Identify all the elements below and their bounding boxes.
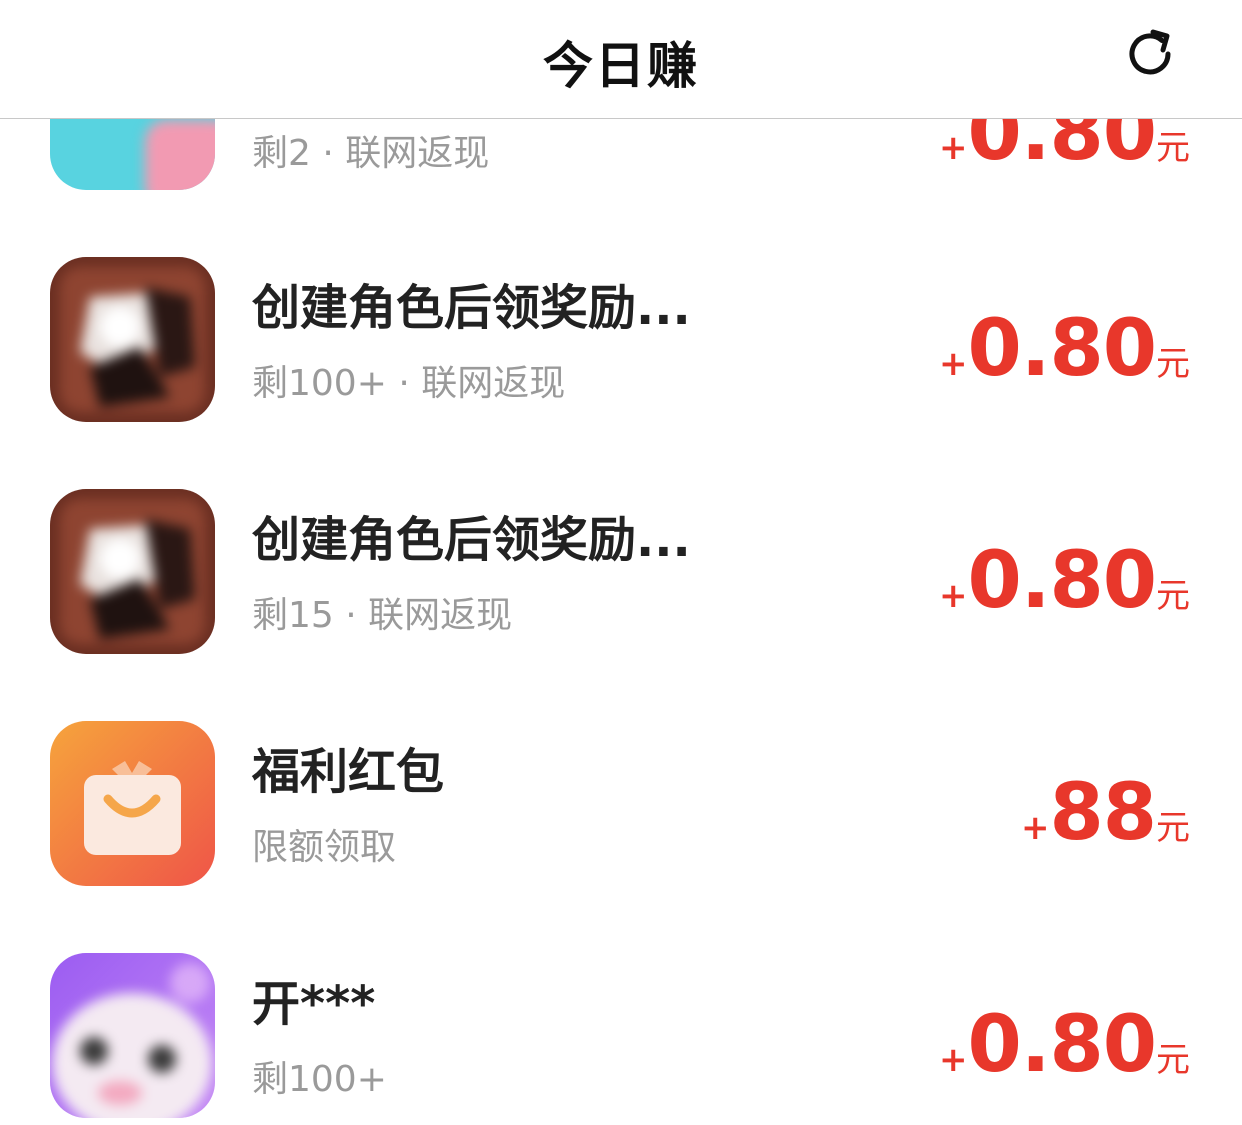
reward-value: 0.80 <box>967 304 1157 394</box>
reward-plus: + <box>939 1040 968 1080</box>
item-subtitle: 剩100+ <box>252 1059 387 1100</box>
gift-bag-icon <box>50 721 215 886</box>
cartoon-app-icon <box>50 953 215 1118</box>
item-subtitle: 剩2 · 联网返现 <box>252 133 490 174</box>
reward-value: 88 <box>1049 768 1157 858</box>
item-subtitle: 剩15 · 联网返现 <box>252 595 513 636</box>
task-list: 剩2 · 联网返现 +0.80元 创建角色后领奖励... 剩100+ · 联网返… <box>0 0 1242 1125</box>
reward-unit: 元 <box>1156 344 1190 384</box>
earn-today-page: 剩2 · 联网返现 +0.80元 创建角色后领奖励... 剩100+ · 联网返… <box>0 0 1242 1125</box>
reward-amount: +0.80元 <box>939 542 1190 620</box>
reward-amount: +88元 <box>1021 774 1190 852</box>
page-title: 今日赚 <box>543 37 699 95</box>
reward-unit: 元 <box>1156 128 1190 168</box>
reward-amount: +0.80元 <box>939 1006 1190 1084</box>
game-icon <box>50 489 215 654</box>
list-item[interactable]: 福利红包 限额领取 +88元 <box>0 654 1242 886</box>
reward-plus: + <box>939 128 968 168</box>
reward-value: 0.80 <box>967 1000 1157 1090</box>
reward-plus: + <box>1020 808 1050 848</box>
reward-unit: 元 <box>1156 576 1190 616</box>
list-item[interactable]: 创建角色后领奖励... 剩15 · 联网返现 +0.80元 <box>0 422 1242 654</box>
nav-header: 今日赚 <box>0 0 1242 119</box>
reward-plus: + <box>939 344 968 384</box>
reward-value: 0.80 <box>967 536 1157 626</box>
game-icon <box>50 257 215 422</box>
refresh-icon[interactable] <box>1120 24 1180 84</box>
item-subtitle: 限额领取 <box>252 827 397 868</box>
reward-amount: +0.80元 <box>939 310 1190 388</box>
item-title: 创建角色后领奖励... <box>252 280 691 336</box>
reward-unit: 元 <box>1156 1040 1190 1080</box>
item-title: 开*** <box>252 976 376 1032</box>
reward-plus: + <box>939 576 968 616</box>
item-title: 创建角色后领奖励... <box>252 512 691 568</box>
item-title: 福利红包 <box>252 744 445 800</box>
list-item[interactable]: 开*** 剩100+ +0.80元 <box>0 886 1242 1118</box>
item-subtitle: 剩100+ · 联网返现 <box>252 363 566 404</box>
list-item[interactable]: 创建角色后领奖励... 剩100+ · 联网返现 +0.80元 <box>0 190 1242 422</box>
reward-unit: 元 <box>1156 808 1190 848</box>
